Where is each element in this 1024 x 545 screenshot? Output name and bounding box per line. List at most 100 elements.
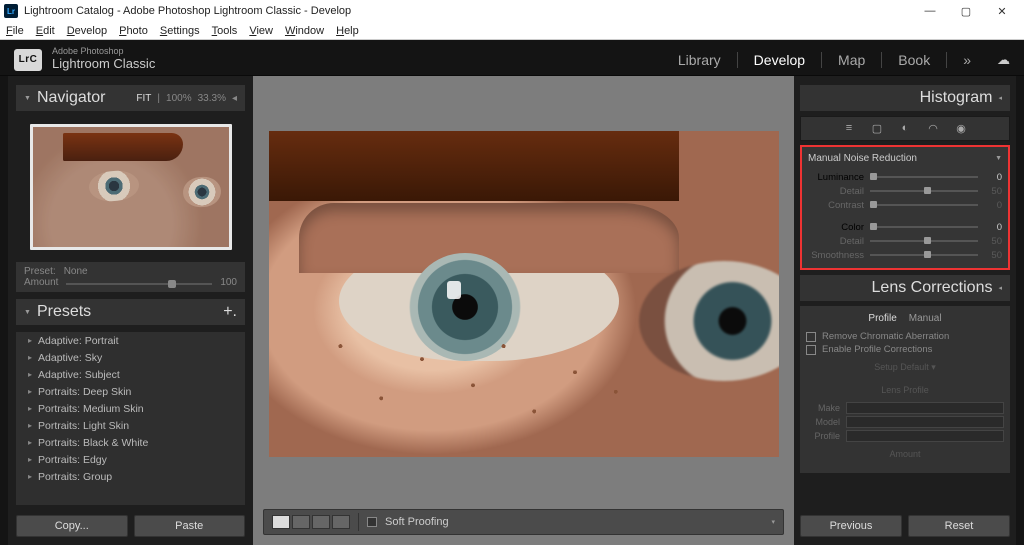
lens-profile-field[interactable] [846, 430, 1004, 442]
separator [946, 52, 947, 68]
maximize-button[interactable]: ▢ [948, 0, 984, 22]
edit-tool-icon[interactable]: ≡ [842, 122, 856, 135]
view-compare-button[interactable] [292, 515, 310, 529]
lens-model-field[interactable] [846, 416, 1004, 428]
app-icon: Lr [4, 4, 18, 18]
menu-file[interactable]: File [6, 25, 24, 37]
view-mode-group [272, 515, 350, 529]
nr-slider-label: Smoothness [808, 250, 864, 261]
close-button[interactable]: ✕ [984, 0, 1020, 22]
presets-list: Adaptive: Portrait Adaptive: Sky Adaptiv… [16, 332, 245, 505]
menu-help[interactable]: Help [336, 25, 359, 37]
preset-item[interactable]: Portraits: Edgy [16, 451, 245, 468]
remove-ca-checkbox[interactable] [806, 332, 816, 342]
menu-edit[interactable]: Edit [36, 25, 55, 37]
left-panel: ▼ Navigator FIT | 100% 33.3% ◂ Preset: N… [8, 76, 253, 545]
app-header: LrC Adobe Photoshop Lightroom Classic Li… [0, 40, 1024, 76]
menu-window[interactable]: Window [285, 25, 324, 37]
preset-item[interactable]: Portraits: Group [16, 468, 245, 485]
develop-tool-strip: ≡ ▢ ◐ ◠ ◉ [800, 116, 1010, 141]
preset-value: None [64, 266, 88, 277]
menu-develop[interactable]: Develop [67, 25, 107, 37]
view-before-after-button[interactable] [312, 515, 330, 529]
heal-tool-icon[interactable]: ◐ [898, 122, 912, 135]
presets-add-icon[interactable]: +. [223, 303, 237, 321]
zoom-33[interactable]: 33.3% [198, 93, 226, 104]
zoom-chevron-icon[interactable]: ◂ [232, 93, 237, 104]
enable-profile-checkbox[interactable] [806, 345, 816, 355]
menu-view[interactable]: View [249, 25, 273, 37]
module-develop[interactable]: Develop [754, 52, 805, 68]
nr-slider-row: Detail50 [808, 184, 1002, 198]
nr-slider-label: Luminance [808, 172, 864, 183]
module-map[interactable]: Map [838, 52, 865, 68]
enable-profile-label: Enable Profile Corrections [822, 344, 932, 355]
soft-proofing-label: Soft Proofing [385, 516, 449, 528]
brand-large: Lightroom Classic [52, 56, 155, 72]
preset-item[interactable]: Portraits: Medium Skin [16, 400, 245, 417]
preset-item[interactable]: Adaptive: Subject [16, 366, 245, 383]
minimize-button[interactable]: — [912, 0, 948, 22]
histogram-header[interactable]: Histogram ◂ [800, 84, 1010, 112]
soft-proofing-checkbox[interactable] [367, 517, 377, 527]
mask-tool-icon[interactable]: ◠ [926, 122, 940, 135]
reset-button[interactable]: Reset [908, 515, 1010, 537]
disclosure-icon: ◂ [998, 94, 1002, 102]
nr-slider[interactable] [870, 176, 978, 178]
nr-slider[interactable] [870, 240, 978, 242]
nr-slider-value: 0 [984, 172, 1002, 183]
disclosure-icon: ▼ [24, 309, 31, 316]
nr-slider-row: Color 0 [808, 220, 1002, 234]
menu-tools[interactable]: Tools [212, 25, 238, 37]
nr-slider[interactable] [870, 226, 978, 228]
nr-slider[interactable] [870, 204, 978, 206]
canvas-image[interactable] [269, 131, 779, 457]
nr-slider-value: 0 [984, 200, 1002, 211]
copy-button[interactable]: Copy... [16, 515, 128, 537]
module-library[interactable]: Library [678, 52, 721, 68]
menu-photo[interactable]: Photo [119, 25, 148, 37]
nr-slider-row: Detail50 [808, 234, 1002, 248]
lens-corrections-header[interactable]: Lens Corrections ◂ [800, 274, 1010, 302]
nr-slider-row: Smoothness50 [808, 248, 1002, 262]
nr-slider-value: 0 [984, 222, 1002, 233]
right-rail[interactable] [1016, 76, 1024, 545]
redeye-tool-icon[interactable]: ◉ [954, 122, 968, 135]
view-loupe-button[interactable] [272, 515, 290, 529]
disclosure-icon: ▼ [24, 95, 31, 102]
lens-make-field[interactable] [846, 402, 1004, 414]
navigator-header[interactable]: ▼ Navigator FIT | 100% 33.3% ◂ [16, 84, 245, 112]
noise-reduction-panel: Manual Noise Reduction ▼ Luminance0Detai… [800, 145, 1010, 270]
preset-item[interactable]: Adaptive: Portrait [16, 332, 245, 349]
disclosure-icon[interactable]: ▼ [995, 155, 1002, 162]
cloud-sync-icon[interactable]: ☁ [997, 52, 1010, 68]
nr-slider-label: Contrast [808, 200, 864, 211]
module-more[interactable]: » [963, 52, 971, 68]
view-ref-button[interactable] [332, 515, 350, 529]
toolbar-menu-icon[interactable]: ▾ [771, 518, 775, 526]
remove-ca-label: Remove Chromatic Aberration [822, 331, 949, 342]
separator [737, 52, 738, 68]
lens-tab-profile[interactable]: Profile [868, 313, 896, 324]
preset-item[interactable]: Portraits: Light Skin [16, 417, 245, 434]
amount-slider[interactable] [66, 283, 212, 285]
previous-button[interactable]: Previous [800, 515, 902, 537]
zoom-100[interactable]: 100% [166, 93, 192, 104]
crop-tool-icon[interactable]: ▢ [870, 122, 884, 135]
nr-slider[interactable] [870, 190, 978, 192]
zoom-fit[interactable]: FIT [136, 93, 151, 104]
presets-header[interactable]: ▼ Presets +. [16, 298, 245, 326]
preset-item[interactable]: Portraits: Deep Skin [16, 383, 245, 400]
preset-item[interactable]: Portraits: Black & White [16, 434, 245, 451]
product-badge: LrC [14, 49, 42, 71]
paste-button[interactable]: Paste [134, 515, 246, 537]
left-rail[interactable] [0, 76, 8, 545]
lens-amount-header: Amount [806, 443, 1004, 465]
lens-tab-manual[interactable]: Manual [909, 313, 942, 324]
preset-item[interactable]: Adaptive: Sky [16, 349, 245, 366]
navigator-thumbnail[interactable] [30, 124, 232, 250]
module-book[interactable]: Book [898, 52, 930, 68]
menu-settings[interactable]: Settings [160, 25, 200, 37]
nr-slider-label: Color [808, 222, 864, 233]
nr-slider[interactable] [870, 254, 978, 256]
